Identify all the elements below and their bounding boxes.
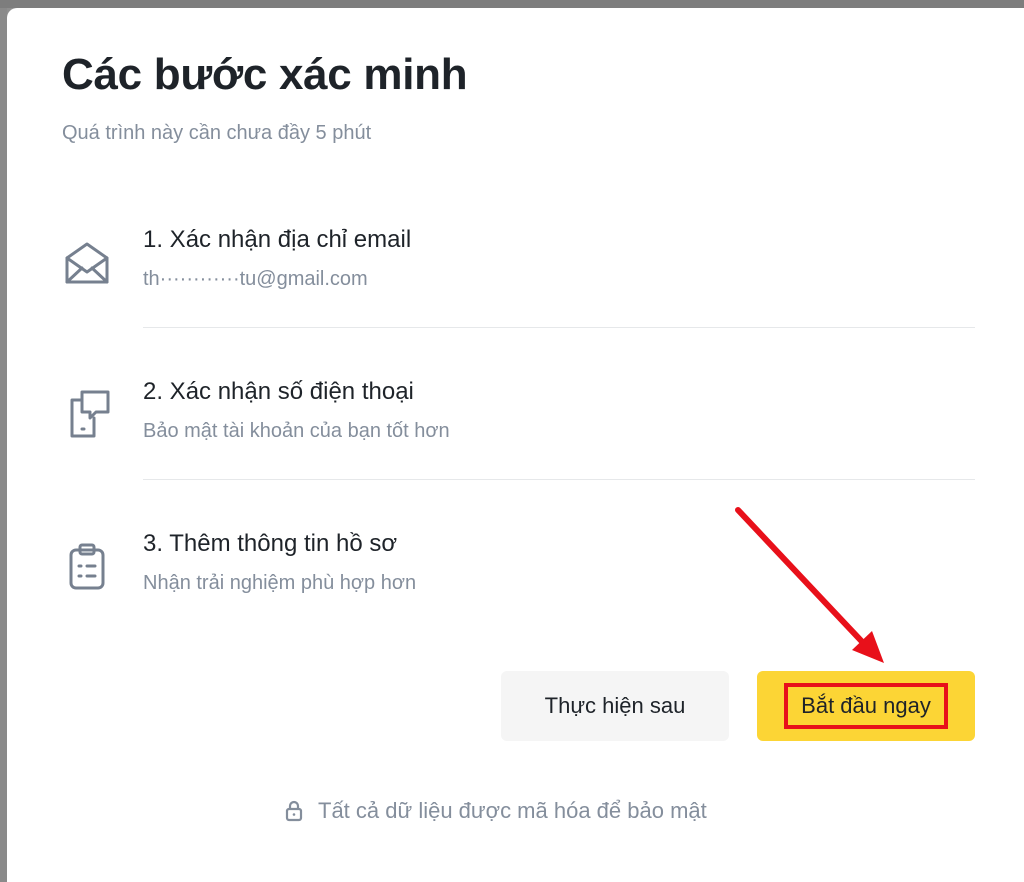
verification-modal: Các bước xác minh Quá trình này cần chưa… [7,8,1024,882]
phone-chat-icon [62,388,112,438]
security-note: Tất cả dữ liệu được mã hóa để bảo mật [284,796,707,826]
step-profile[interactable]: 3. Thêm thông tin hồ sơ Nhận trải nghiệm… [7,512,1024,662]
step-description: Bảo mật tài khoản của bạn tốt hơn [143,420,450,442]
step-title: 1. Xác nhận địa chỉ email [143,226,412,253]
step-divider [143,327,975,328]
start-now-button[interactable]: Bắt đầu ngay [757,671,975,741]
envelope-icon [62,238,112,288]
step-title: 2. Xác nhận số điện thoại [143,378,414,405]
do-later-button[interactable]: Thực hiện sau [501,671,729,741]
backdrop [0,0,1024,8]
start-now-label: Bắt đầu ngay [784,683,948,729]
backdrop-edge [0,8,7,882]
step-description: th············tu@gmail.com [143,268,368,290]
step-email[interactable]: 1. Xác nhận địa chỉ email th············… [7,208,1024,358]
step-phone[interactable]: 2. Xác nhận số điện thoại Bảo mật tài kh… [7,360,1024,510]
security-note-text: Tất cả dữ liệu được mã hóa để bảo mật [318,798,707,823]
clipboard-icon [62,542,112,592]
modal-subtitle: Quá trình này cần chưa đầy 5 phút [62,122,372,144]
step-divider [143,479,975,480]
step-description: Nhận trải nghiệm phù hợp hơn [143,572,417,594]
step-title: 3. Thêm thông tin hồ sơ [143,530,398,557]
lock-icon [284,800,304,822]
modal-title: Các bước xác minh [62,50,468,99]
